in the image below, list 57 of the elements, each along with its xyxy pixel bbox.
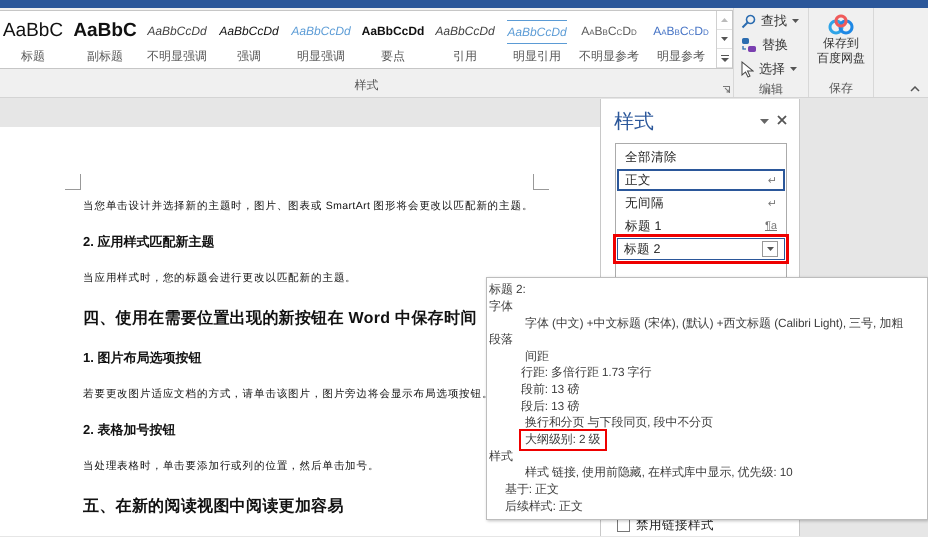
subheading: 2. 应用样式匹配新主题 [83, 233, 214, 251]
command-button[interactable]: 选择 [738, 58, 804, 80]
tooltip-line: 后续样式: 正文 [505, 498, 583, 515]
body-paragraph: 若要更改图片适应文档的方式，请单击该图片，图片旁边将会显示布局选项按钮。 [83, 387, 494, 401]
cursor-icon [741, 60, 754, 78]
group-label: 保存 [828, 80, 854, 96]
style-list-item[interactable]: 全部清除 [617, 146, 785, 168]
save-to-cloud-button[interactable]: 保存到 百度网盘 [813, 8, 869, 75]
search-icon [741, 14, 756, 28]
more-styles-icon[interactable] [720, 54, 729, 62]
style-gallery-item[interactable]: AaBbCcDd 不明显参考 [573, 11, 645, 68]
dropdown-icon[interactable] [766, 247, 774, 251]
style-gallery-item[interactable]: AaBbCcDd 不明显强调 [141, 11, 213, 68]
tooltip-line: 字体 (中文) +中文标题 (宋体), (默认) +西文标题 (Calibri Light), 三号, 加粗 [525, 316, 904, 332]
tooltip-line: 样式 链接, 使用前隐藏, 在样式库中显示, 优先级: 10 [525, 465, 793, 482]
command-button[interactable]: 查找 [738, 10, 804, 32]
margin-corner-mark [65, 174, 81, 190]
style-gallery-item[interactable]: AaBbCcDd 明显强调 [285, 11, 357, 68]
tooltip-line: 字体 [489, 298, 513, 315]
pane-title: 样式 [614, 110, 655, 134]
tooltip-line: 段后: 13 磅 [521, 398, 580, 415]
scroll-down-icon[interactable] [721, 37, 728, 41]
style-gallery-item[interactable]: AaBbCcDd 明显引用 [501, 11, 573, 68]
cloud-icon [828, 14, 854, 36]
pane-menu-icon[interactable] [760, 118, 769, 124]
style-gallery-item[interactable]: AaBbCcDd 引用 [429, 11, 501, 68]
tooltip-line: 段落 [489, 332, 513, 348]
tooltip-line: 段前: 13 磅 [521, 382, 580, 398]
tooltip-line: 样式 [489, 448, 513, 465]
body-paragraph: 当处理表格时，单击要添加行或列的位置，然后单击加号。 [83, 459, 380, 473]
subheading: 1. 图片布局选项按钮 [83, 349, 202, 367]
section-heading: 五、在新的阅读视图中阅读更加容易 [83, 496, 344, 516]
style-gallery-item[interactable]: AaBbCcDd 强调 [213, 11, 285, 68]
tooltip-line: 标题 2: [489, 282, 526, 298]
body-paragraph: 当您单击设计并选择新的主题时，图片、图表或 SmartArt 图形将会更改以匹配新的主题。 [83, 199, 534, 213]
style-gallery-item[interactable]: AaBbCcDd 要点 [357, 11, 429, 68]
margin-corner-mark [533, 174, 549, 190]
style-gallery-item[interactable]: AaBbC 标题 [0, 11, 69, 68]
tooltip-line: 基于: 正文 [505, 482, 559, 498]
tooltip-line: 换行和分页 与下段同页, 段中不分页 [525, 415, 714, 432]
subheading: 2. 表格加号按钮 [83, 421, 176, 439]
collapse-ribbon-icon[interactable] [910, 86, 920, 92]
close-icon[interactable] [777, 115, 787, 125]
tooltip-line: 行距: 多倍行距 1.73 字行 [521, 365, 652, 382]
group-label: 样式 [354, 76, 380, 94]
style-list-item[interactable]: 标题 1 ¶a [617, 215, 785, 237]
dialog-launcher-icon[interactable] [723, 86, 730, 93]
command-button[interactable]: 替换 [738, 34, 804, 56]
tooltip-line: 间距 [525, 348, 549, 365]
body-paragraph: 当应用样式时，您的标题会进行更改以匹配新的主题。 [83, 271, 357, 285]
section-heading: 四、使用在需要位置出现的新按钮在 Word 中保存时间 [83, 308, 477, 328]
group-label: 编辑 [758, 81, 784, 98]
replace-icon [741, 37, 757, 53]
style-gallery-item[interactable]: AaBbC 副标题 [69, 11, 141, 68]
style-gallery-item[interactable]: AaBbCcDd 明显参考 [645, 11, 716, 68]
style-list-item[interactable]: 无间隔 ↵ [617, 192, 785, 214]
style-list-item[interactable]: 正文 ↵ [617, 169, 785, 191]
